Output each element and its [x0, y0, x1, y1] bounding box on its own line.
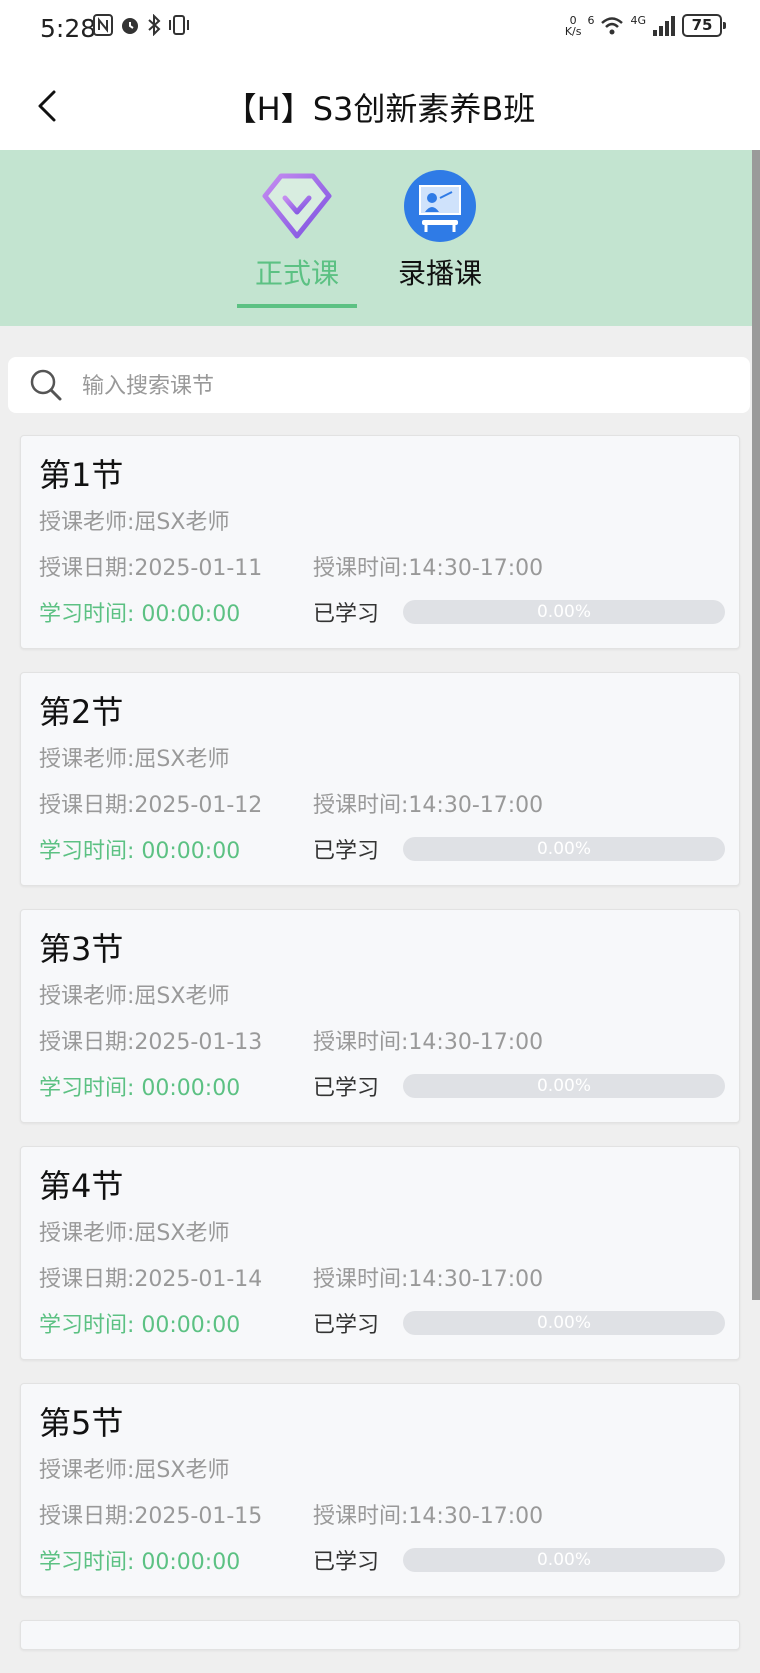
lesson-card[interactable]: 第2节 授课老师:屈SX老师 授课日期:2025-01-12 授课时间:14:3…: [20, 672, 740, 886]
lesson-time: 授课时间:14:30-17:00: [313, 1030, 544, 1055]
bluetooth-icon: [148, 14, 161, 36]
tab-formal[interactable]: 正式课: [227, 168, 367, 318]
page-title: 【H】S3创新素养B班: [224, 90, 536, 128]
lesson-study-time: 学习时间: 00:00:00: [39, 839, 241, 864]
lesson-progress-text: 0.00%: [536, 1076, 591, 1096]
signal-label: 4G: [630, 14, 646, 27]
lesson-title: 第3节: [39, 930, 124, 968]
lesson-teacher: 授课老师:屈SX老师: [39, 510, 230, 535]
lesson-study-time: 学习时间: 00:00:00: [39, 1076, 241, 1101]
lesson-time: 授课时间:14:30-17:00: [313, 793, 544, 818]
lesson-learned-label: 已学习: [313, 602, 380, 627]
lesson-teacher: 授课老师:屈SX老师: [39, 984, 230, 1009]
lesson-title: 第2节: [39, 693, 124, 731]
active-tab-indicator: [237, 304, 357, 308]
nfc-icon: [93, 14, 113, 36]
lesson-date: 授课日期:2025-01-12: [39, 793, 263, 818]
lesson-progress-bar: 0.00%: [403, 1311, 725, 1335]
search-bar: [8, 357, 750, 413]
signal-icon: [653, 15, 675, 36]
lesson-teacher: 授课老师:屈SX老师: [39, 1458, 230, 1483]
lesson-progress-text: 0.00%: [536, 1313, 591, 1333]
lesson-card[interactable]: 第4节 授课老师:屈SX老师 授课日期:2025-01-14 授课时间:14:3…: [20, 1146, 740, 1360]
net-speed: 0 K/s: [564, 13, 582, 38]
lesson-learned-label: 已学习: [313, 1313, 380, 1338]
lesson-card[interactable]: [20, 1620, 740, 1650]
status-right: 0 K/s 6 4G 75: [564, 13, 726, 38]
lesson-progress-bar: 0.00%: [403, 837, 725, 861]
lesson-study-time: 学习时间: 00:00:00: [39, 1550, 241, 1575]
lesson-date: 授课日期:2025-01-15: [39, 1504, 263, 1529]
lesson-date: 授课日期:2025-01-14: [39, 1267, 263, 1292]
tab-formal-label: 正式课: [254, 257, 339, 290]
lesson-title: 第1节: [39, 456, 124, 494]
wifi-label: 6: [587, 14, 595, 27]
lesson-time: 授课时间:14:30-17:00: [313, 556, 544, 581]
page-header: 【H】S3创新素养B班: [0, 62, 760, 150]
teacher-board-icon: [404, 170, 476, 242]
lesson-progress-text: 0.00%: [536, 602, 591, 622]
lesson-card[interactable]: 第1节 授课老师:屈SX老师 授课日期:2025-01-11 授课时间:14:3…: [20, 435, 740, 649]
lesson-teacher: 授课老师:屈SX老师: [39, 747, 230, 772]
search-input[interactable]: [80, 365, 684, 407]
vibrate-icon: [169, 15, 189, 35]
lesson-title: 第4节: [39, 1167, 124, 1205]
status-bar: 5:28 0 K/s 6 4G 75: [0, 0, 760, 62]
alarm-icon: [122, 18, 138, 34]
tab-record-label: 录播课: [397, 257, 482, 290]
lesson-time: 授课时间:14:30-17:00: [313, 1504, 544, 1529]
course-type-tabs: 正式课 录播课: [0, 150, 752, 326]
lesson-list: 第1节 授课老师:屈SX老师 授课日期:2025-01-11 授课时间:14:3…: [20, 435, 740, 1673]
diamond-icon: [262, 173, 332, 239]
lesson-progress-bar: 0.00%: [403, 1548, 725, 1572]
lesson-progress-bar: 0.00%: [403, 1074, 725, 1098]
lesson-progress-bar: 0.00%: [403, 600, 725, 624]
lesson-learned-label: 已学习: [313, 1076, 380, 1101]
lesson-teacher: 授课老师:屈SX老师: [39, 1221, 230, 1246]
lesson-date: 授课日期:2025-01-11: [39, 556, 263, 581]
lesson-card[interactable]: 第5节 授课老师:屈SX老师 授课日期:2025-01-15 授课时间:14:3…: [20, 1383, 740, 1597]
lesson-study-time: 学习时间: 00:00:00: [39, 1313, 241, 1338]
scrollbar[interactable]: [752, 150, 760, 1300]
battery-indicator: 75: [682, 14, 726, 37]
lesson-progress-text: 0.00%: [536, 1550, 591, 1570]
status-time: 5:28: [40, 14, 97, 43]
status-icons: [93, 14, 191, 36]
wifi-icon: [601, 16, 624, 34]
lesson-time: 授课时间:14:30-17:00: [313, 1267, 544, 1292]
lesson-date: 授课日期:2025-01-13: [39, 1030, 263, 1055]
lesson-learned-label: 已学习: [313, 839, 380, 864]
lesson-card[interactable]: 第3节 授课老师:屈SX老师 授课日期:2025-01-13 授课时间:14:3…: [20, 909, 740, 1123]
search-icon: [30, 369, 62, 401]
lesson-learned-label: 已学习: [313, 1550, 380, 1575]
lesson-study-time: 学习时间: 00:00:00: [39, 602, 241, 627]
tab-record[interactable]: 录播课: [370, 168, 510, 318]
lesson-title: 第5节: [39, 1404, 124, 1442]
lesson-progress-text: 0.00%: [536, 839, 591, 859]
